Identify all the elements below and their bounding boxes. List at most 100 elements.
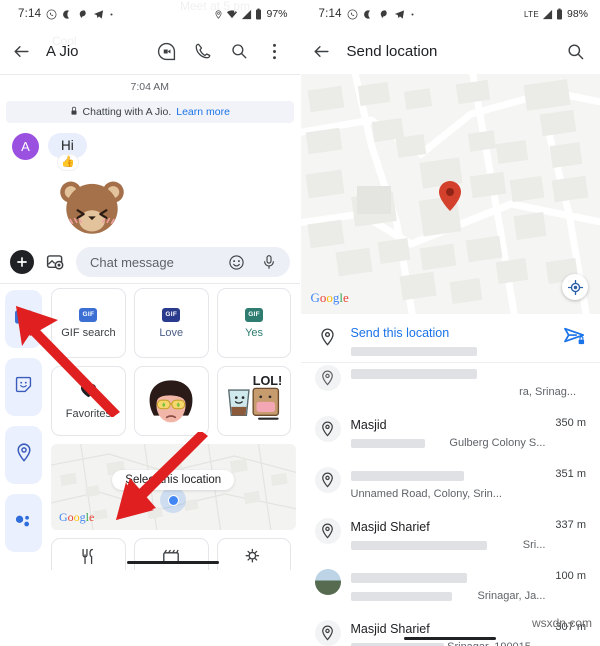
list-item-title: Masjid	[350, 418, 387, 432]
attachment-tray-rail: GIF	[0, 284, 47, 570]
obscured-place-name	[350, 470, 464, 481]
google-watermark: Google	[310, 290, 349, 305]
girl-sunglasses-sticker-card[interactable]	[133, 366, 209, 436]
movies-card[interactable]: Movies	[133, 538, 209, 570]
map-pin-marker	[439, 181, 462, 216]
location-pin-icon	[314, 518, 341, 544]
obscured-place-name	[350, 572, 468, 583]
card-label: GIF search	[61, 326, 116, 339]
list-item[interactable]: Unnamed Road, Colony, Srin... 351 m	[301, 458, 600, 509]
whatsapp-icon	[46, 9, 57, 20]
list-item-subtitle: Srinagar, Ja...	[350, 590, 546, 602]
gif-search-card[interactable]: GIF GIF search	[51, 288, 126, 358]
search-icon[interactable]	[564, 40, 586, 62]
send-locked-icon[interactable]	[564, 324, 586, 351]
site-watermark: wsxdn.com	[531, 616, 592, 630]
list-item[interactable]: Masjid Sharief Sri... 337 m	[301, 509, 600, 560]
learn-more-link[interactable]: Learn more	[176, 106, 230, 118]
select-this-location-label[interactable]: Select this location	[112, 470, 235, 490]
list-item[interactable]: Masjid Gulberg Colony S... 350 m	[301, 407, 600, 458]
messages-app-panel: Meet at 5 pm Cool 7:14 97% A Jio 7:04 AM…	[0, 0, 300, 646]
lol-sticker-card[interactable]: LOL!	[216, 366, 292, 436]
apps-dots-icon	[14, 513, 33, 533]
ghost-text-left: Cool	[52, 34, 77, 48]
obscured-address	[350, 347, 477, 356]
encryption-text: Chatting with A Jio.	[82, 106, 172, 118]
data-saver-icon	[77, 9, 88, 20]
svg-text:GIF: GIF	[19, 315, 29, 321]
gif-love-card[interactable]: GIF Love	[133, 288, 209, 358]
attachment-tray: GIF GIF GIF search GIF Love GIF Yes Favo…	[0, 284, 300, 570]
back-arrow-icon[interactable]	[311, 40, 333, 62]
gallery-icon[interactable]	[44, 251, 66, 273]
status-time: 7:14	[318, 8, 342, 20]
favorites-card[interactable]: Favorites	[51, 366, 126, 436]
location-pin-icon	[314, 416, 341, 442]
list-item-distance: 100 m	[555, 570, 586, 582]
status-time: 7:14	[18, 8, 42, 20]
status-bar-left: 7:14 97%	[0, 0, 300, 28]
restaurants-card[interactable]: Restaurants	[51, 538, 126, 570]
list-item-subtitle-text: Srinagar, Ja...	[477, 590, 546, 602]
location-preview-map[interactable]: Select this location Google	[51, 444, 296, 530]
back-arrow-icon[interactable]	[10, 40, 32, 62]
svg-text:LOL!: LOL!	[253, 374, 282, 388]
overflow-menu-icon[interactable]	[264, 40, 286, 62]
gif-chip-icon: GIF	[245, 307, 264, 322]
search-icon[interactable]	[228, 40, 250, 62]
list-item-distance: 337 m	[555, 519, 586, 531]
send-location-panel: 7:14 LTE 98% Send location Google Send t…	[299, 0, 600, 646]
list-item[interactable]: Srinagar, Ja... 100 m	[301, 560, 600, 611]
heart-icon	[80, 383, 97, 403]
list-item-subtitle: Gulberg Colony S...	[350, 437, 545, 449]
avatar: A	[12, 133, 39, 160]
gif-chip-icon: GIF	[79, 307, 98, 322]
google-watermark: Google	[59, 510, 95, 524]
apps-tab[interactable]	[5, 494, 42, 552]
encryption-banner: Chatting with A Jio. Learn more	[6, 101, 294, 123]
chat-message-input[interactable]: Chat message	[76, 247, 290, 277]
lol-sticker: LOL!	[228, 374, 282, 420]
bear-sticker[interactable]	[54, 174, 300, 241]
sticker-icon	[15, 376, 32, 398]
gif-chip-icon: GIF	[162, 307, 181, 322]
list-item-subtitle-text: Sri...	[522, 539, 546, 551]
gif-tab[interactable]: GIF	[5, 290, 42, 348]
do-not-disturb-moon-icon	[62, 9, 72, 20]
telegram-icon	[93, 9, 104, 20]
obscured-place-name	[350, 368, 477, 379]
list-item-title: Masjid Sharief	[350, 520, 430, 534]
location-map[interactable]: Google	[300, 74, 600, 314]
list-item[interactable]: ra, Srinag...	[301, 363, 600, 407]
conversation-app-bar: A Jio	[0, 28, 300, 74]
battery-icon	[556, 8, 563, 20]
restaurant-icon	[80, 548, 97, 570]
weather-card[interactable]: Weather	[216, 538, 292, 570]
video-call-icon[interactable]	[156, 40, 178, 62]
phone-call-icon[interactable]	[192, 40, 214, 62]
screenshot-root: Meet at 5 pm Cool 7:14 97% A Jio 7:04 AM…	[0, 0, 600, 646]
my-location-icon[interactable]	[562, 274, 588, 300]
location-pin-icon	[314, 365, 341, 391]
location-pin-icon	[16, 443, 32, 467]
microphone-icon[interactable]	[258, 251, 280, 273]
page-title: Send location	[346, 42, 438, 60]
sticker-tab[interactable]	[5, 358, 42, 416]
lock-icon	[70, 106, 78, 119]
send-this-location-row[interactable]: Send this location	[301, 314, 600, 362]
card-label: Yes	[245, 326, 264, 339]
message-reaction[interactable]: 👍	[58, 155, 78, 170]
list-item-subtitle: ra, Srinag...	[519, 386, 576, 398]
location-pin-icon	[314, 467, 341, 493]
incoming-message-row: A Hi 👍	[0, 123, 300, 170]
conversation-thread: 7:04 AM Chatting with A Jio. Learn more …	[0, 75, 300, 241]
gif-yes-card[interactable]: GIF Yes	[216, 288, 292, 358]
add-attachment-plus-button[interactable]	[10, 250, 34, 274]
emoji-icon[interactable]	[226, 251, 248, 273]
movie-icon	[162, 548, 180, 569]
card-label: Favorites	[65, 407, 112, 420]
place-photo-thumbnail	[314, 569, 341, 595]
location-tab[interactable]	[5, 426, 42, 484]
data-saver-icon	[378, 9, 389, 20]
send-this-location-label: Send this location	[350, 326, 450, 340]
